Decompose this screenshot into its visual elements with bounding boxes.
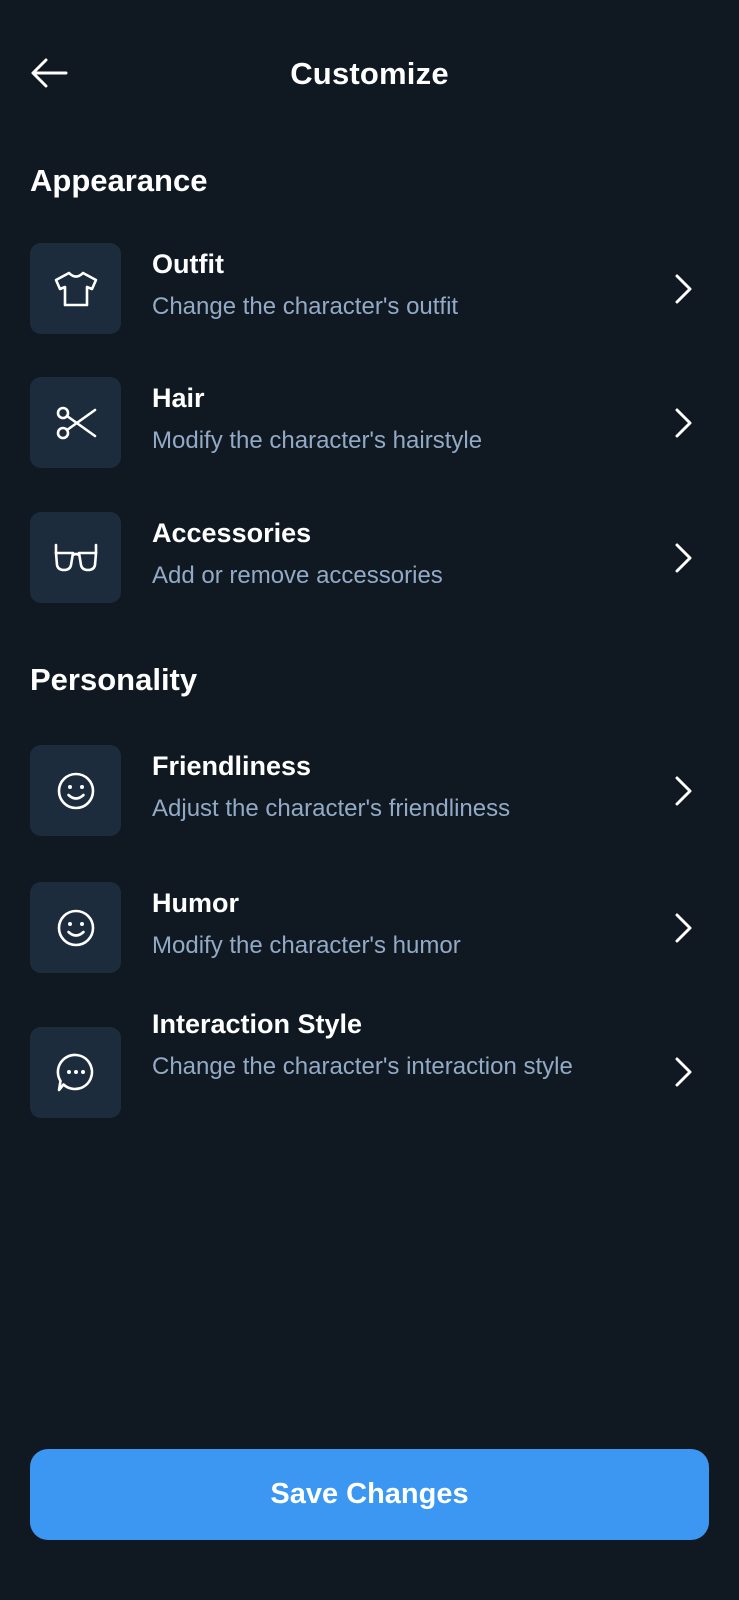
chevron-right-icon — [668, 1057, 698, 1087]
list-item-accessories[interactable]: Accessories Add or remove accessories — [30, 512, 710, 603]
icon-tile — [30, 745, 121, 836]
item-subtitle: Modify the character's hairstyle — [152, 427, 483, 454]
chat-bubble-icon — [56, 1053, 93, 1091]
list-item-friendliness[interactable]: Friendliness Adjust the character's frie… — [30, 745, 710, 836]
item-title: Hair — [152, 383, 205, 413]
item-subtitle: Add or remove accessories — [152, 562, 443, 589]
t-shirt-icon — [54, 271, 97, 306]
smile-icon — [57, 909, 94, 946]
item-title: Outfit — [152, 249, 224, 279]
item-subtitle: Modify the character's humor — [152, 932, 461, 959]
icon-tile — [30, 512, 121, 603]
icon-tile — [30, 377, 121, 468]
list-item-interaction-style[interactable]: Interaction Style Change the character's… — [30, 1003, 710, 1133]
list-item-hair[interactable]: Hair Modify the character's hairstyle — [30, 377, 710, 468]
item-title: Friendliness — [152, 751, 312, 781]
icon-tile — [30, 1027, 121, 1118]
item-subtitle: Change the character's outfit — [152, 293, 459, 320]
chevron-right-icon — [668, 543, 698, 573]
chevron-right-icon — [668, 913, 698, 943]
chevron-right-icon — [668, 408, 698, 438]
save-changes-button[interactable]: Save Changes — [30, 1449, 709, 1540]
item-title: Accessories — [152, 518, 312, 548]
smile-icon — [57, 772, 94, 809]
glasses-icon — [54, 543, 97, 571]
page-title: Customize — [290, 56, 449, 91]
top-bar: Customize — [0, 44, 739, 102]
item-title: Humor — [152, 888, 239, 918]
list-item-outfit[interactable]: Outfit Change the character's outfit — [30, 243, 710, 334]
icon-tile — [30, 243, 121, 334]
item-subtitle: Adjust the character's friendliness — [152, 795, 511, 822]
list-item-humor[interactable]: Humor Modify the character's humor — [30, 882, 710, 973]
scissors-icon — [56, 406, 96, 439]
item-subtitle: Change the character's interaction style — [152, 1053, 573, 1080]
chevron-right-icon — [668, 274, 698, 304]
item-title: Interaction Style — [152, 1009, 363, 1039]
section-title-appearance: Appearance — [30, 163, 208, 198]
chevron-right-icon — [668, 776, 698, 806]
icon-tile — [30, 882, 121, 973]
section-title-personality: Personality — [30, 662, 198, 697]
